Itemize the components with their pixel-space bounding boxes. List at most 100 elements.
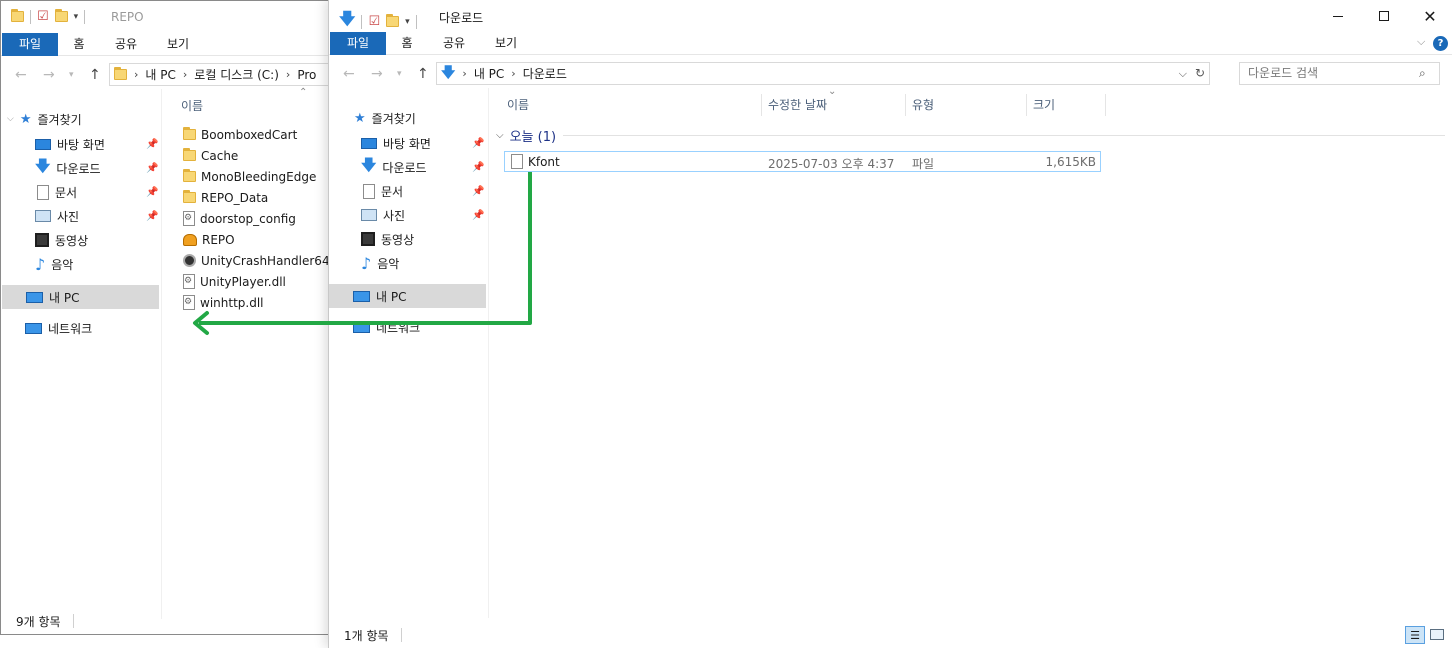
back-arrow-icon[interactable]: ← [343,66,355,82]
recent-chevron-icon[interactable]: ▾ [69,70,74,80]
nav-item-network[interactable]: 네트워크 [25,316,92,340]
file-item[interactable]: doorstop_config [183,208,296,229]
nav-quick-access[interactable]: ⌵ ★ 즐겨찾기 [7,107,82,131]
music-icon: ♪ [35,254,46,274]
config-file-icon [183,211,195,226]
video-icon [35,233,49,247]
chevron-right-icon: › [511,67,516,80]
pane-divider[interactable] [488,88,489,618]
nav-item-desktop[interactable]: 바탕 화면 [35,132,105,156]
nav-label: 동영상 [381,232,415,247]
up-arrow-icon[interactable]: ↑ [89,67,101,83]
column-header-type[interactable]: 유형 [912,94,934,116]
chevron-down-icon[interactable]: ▾ [74,12,79,22]
column-header-name[interactable]: 이름 [181,95,203,117]
new-folder-icon[interactable] [54,9,68,22]
search-icon[interactable]: ⌕ [1419,66,1426,81]
large-icons-view-button[interactable] [1430,629,1444,640]
nav-item-network[interactable]: 네트워크 [353,315,420,339]
file-item[interactable]: winhttp.dll [183,292,264,313]
up-arrow-icon[interactable]: ↑ [417,66,429,82]
back-arrow-icon[interactable]: ← [15,67,27,83]
nav-item-documents[interactable]: 문서 [363,179,403,203]
nav-item-this-pc[interactable]: 내 PC [2,285,159,309]
pictures-icon [361,209,377,221]
file-item[interactable]: REPO [183,229,235,250]
tab-view[interactable]: 보기 [485,32,527,55]
recent-chevron-icon[interactable]: ▾ [397,69,402,79]
nav-item-music[interactable]: ♪ 음악 [35,252,73,276]
breadcrumb-downloads[interactable]: 다운로드 [523,65,567,82]
file-item[interactable]: REPO_Data [183,187,268,208]
pin-icon[interactable]: 📌 [472,138,484,149]
nav-item-this-pc[interactable]: 내 PC [329,284,486,308]
file-type: 파일 [912,157,935,171]
refresh-icon[interactable]: ↻ [1195,66,1205,80]
table-row[interactable]: Kfont 2025-07-03 오후 4:37 파일 1,615KB [504,151,1101,172]
folder-icon [183,127,196,140]
file-item[interactable]: UnityPlayer.dll [183,271,286,292]
pane-divider[interactable] [161,89,162,619]
title-bar: 🡇 ☑ ▾ 다운로드 ✕ [329,0,1452,32]
address-bar[interactable]: 🡇 › 내 PC › 다운로드 ⌵ ↻ [436,62,1210,85]
file-item[interactable]: UnityCrashHandler64 [183,250,330,271]
file-name: REPO [202,232,235,247]
file-item[interactable]: MonoBleedingEdge [183,166,316,187]
tab-share[interactable]: 공유 [433,32,475,55]
column-header-date[interactable]: 수정한 날짜 [768,94,827,116]
tab-share[interactable]: 공유 [105,33,147,56]
dll-icon [183,295,195,310]
history-dropdown-icon[interactable]: ⌵ [1179,67,1187,81]
tab-file[interactable]: 파일 [330,32,386,55]
column-header-name[interactable]: 이름 [507,94,529,116]
nav-item-desktop[interactable]: 바탕 화면 [361,131,431,155]
tab-file[interactable]: 파일 [2,33,58,56]
tab-home[interactable]: 홈 [61,33,97,56]
pin-icon[interactable]: 📌 [472,210,484,221]
help-icon[interactable]: ? [1433,36,1448,51]
nav-item-videos[interactable]: 동영상 [361,227,414,251]
expand-chevron-icon[interactable]: ⌵ [7,114,14,124]
nav-item-documents[interactable]: 문서 [37,180,77,204]
close-button[interactable]: ✕ [1407,0,1452,32]
file-item[interactable]: Cache [183,145,238,166]
nav-item-pictures[interactable]: 사진 [35,204,79,228]
pin-icon[interactable]: 📌 [146,211,158,222]
address-bar[interactable]: › 내 PC › 로컬 디스크 (C:) › Pro [109,63,330,86]
forward-arrow-icon[interactable]: → [371,66,383,82]
breadcrumb-this-pc[interactable]: 내 PC [474,65,504,82]
properties-icon[interactable]: ☑ [37,9,49,24]
nav-item-downloads[interactable]: 🡇 다운로드 [35,156,101,180]
nav-item-music[interactable]: ♪ 음악 [361,251,399,275]
new-folder-icon[interactable] [386,14,400,27]
nav-label: 음악 [51,257,74,272]
details-view-button[interactable]: ☰ [1405,626,1425,644]
breadcrumb-local-disk[interactable]: 로컬 디스크 (C:) [194,66,279,83]
nav-quick-access[interactable]: ★ 즐겨찾기 [354,106,416,130]
file-item[interactable]: BoomboxedCart [183,124,297,145]
search-input[interactable]: 다운로드 검색 [1239,62,1440,85]
pin-icon[interactable]: 📌 [146,139,158,150]
maximize-button[interactable] [1361,0,1407,32]
folder-icon [183,148,196,161]
nav-item-downloads[interactable]: 🡇 다운로드 [361,155,427,179]
chevron-down-icon[interactable]: ▾ [405,17,410,27]
tab-home[interactable]: 홈 [389,32,425,55]
pin-icon[interactable]: 📌 [146,163,158,174]
expand-ribbon-icon[interactable]: ⌵ [1417,35,1425,49]
properties-icon[interactable]: ☑ [368,14,380,29]
column-header-size[interactable]: 크기 [1033,94,1055,116]
tab-view[interactable]: 보기 [157,33,199,56]
collapse-chevron-icon[interactable]: ⌵ [496,130,504,141]
breadcrumb-this-pc[interactable]: 내 PC [145,66,175,83]
minimize-button[interactable] [1315,0,1361,32]
breadcrumb-program[interactable]: Pro [297,68,316,82]
group-header-today[interactable]: ⌵ 오늘 (1) [496,126,556,145]
nav-item-pictures[interactable]: 사진 [361,203,405,227]
pin-icon[interactable]: 📌 [472,186,484,197]
nav-item-videos[interactable]: 동영상 [35,228,88,252]
forward-arrow-icon[interactable]: → [43,67,55,83]
status-bar: 9개 항목 [1,608,330,634]
pin-icon[interactable]: 📌 [472,162,484,173]
pin-icon[interactable]: 📌 [146,187,158,198]
